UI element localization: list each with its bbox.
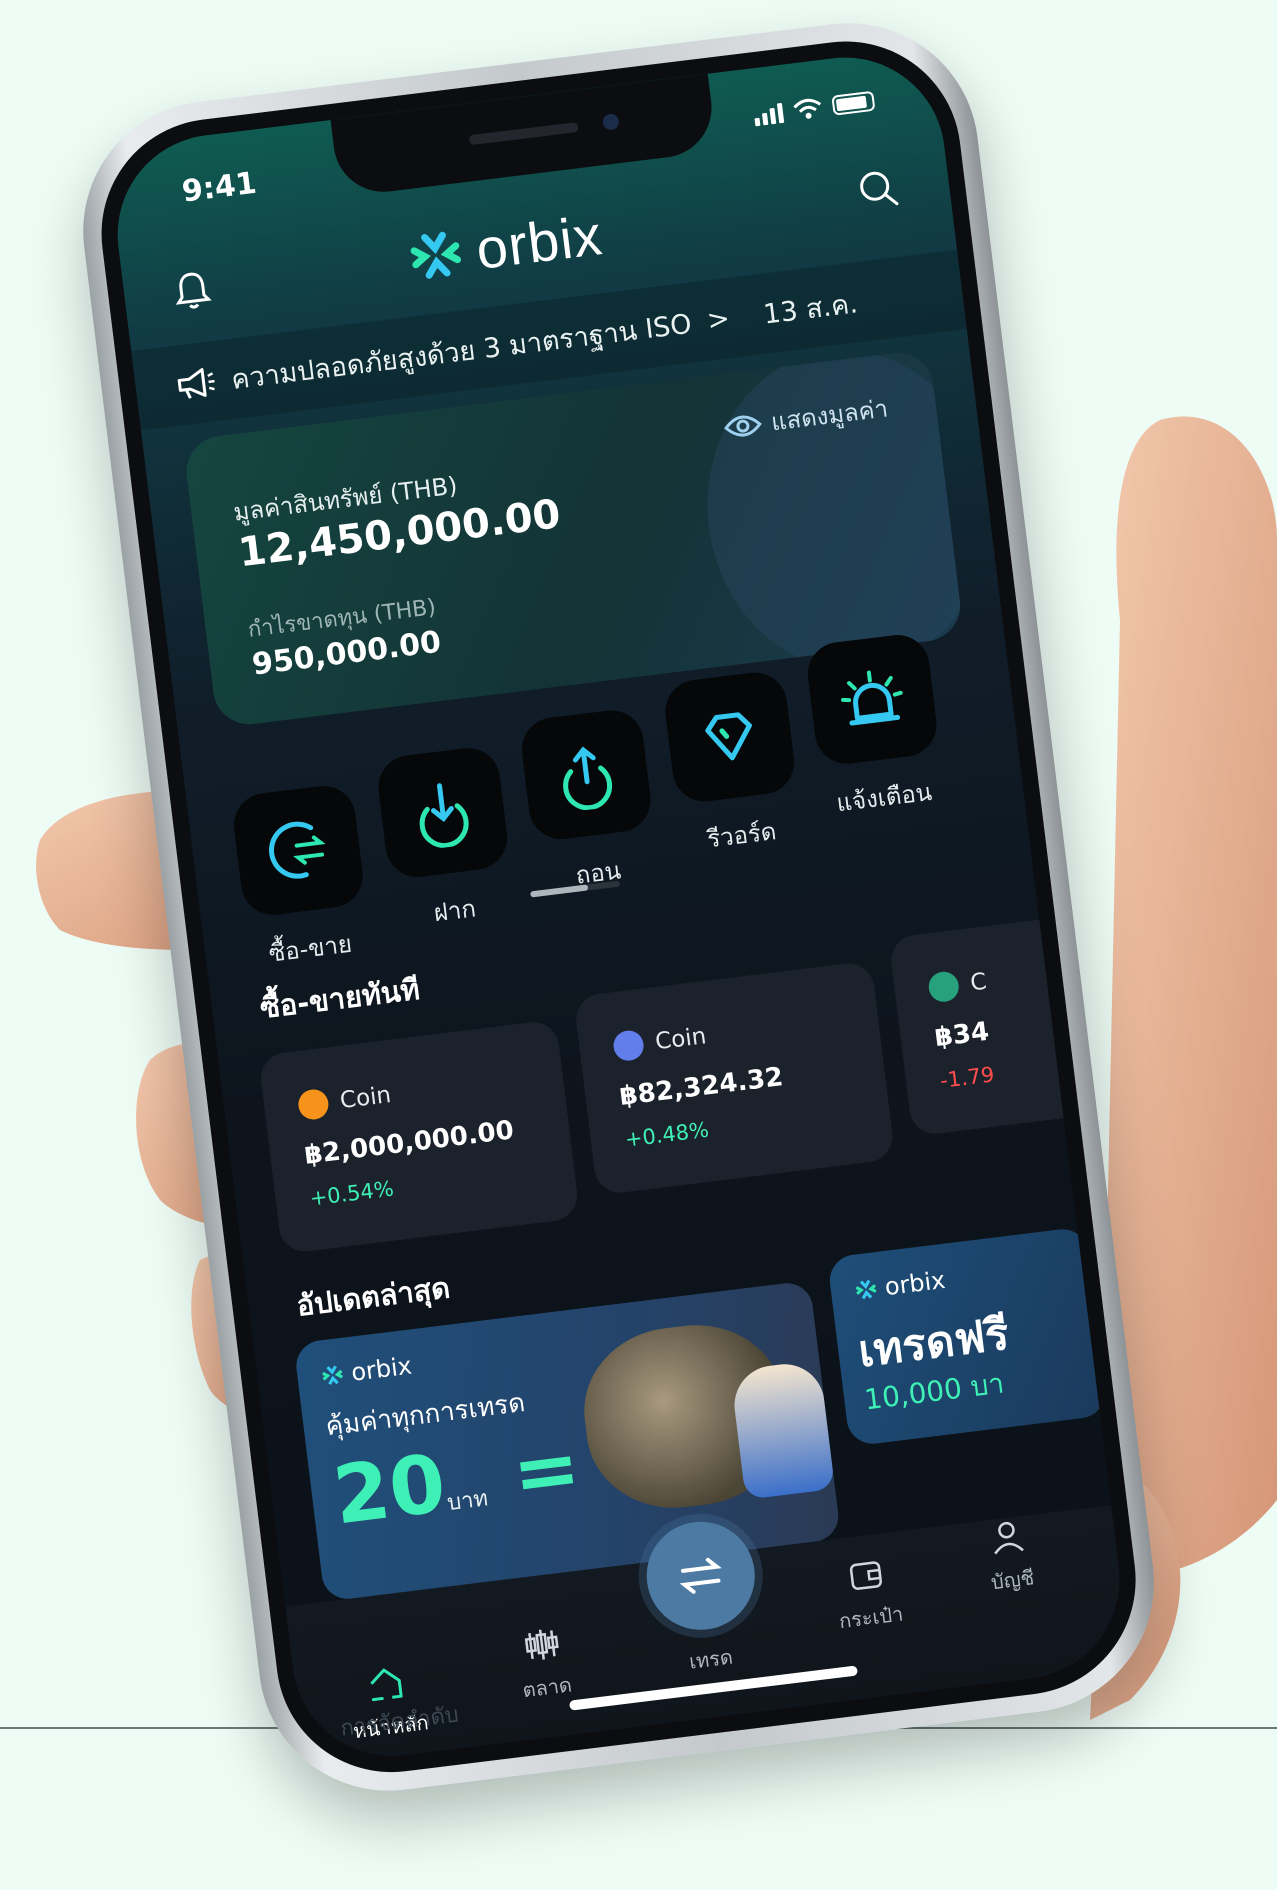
- action-label: แจ้งเตือน: [834, 777, 934, 818]
- phone: 9:41 orbix ความปลอดภัยสูงด้วย 3 มาตราฐาน: [23, 0, 1277, 1890]
- alarm-icon: [841, 670, 903, 726]
- mascot-image: [729, 1359, 836, 1500]
- nav-label: ตลาด: [521, 1672, 574, 1703]
- app-name: orbix: [472, 203, 606, 282]
- coin-card[interactable]: Coin ฿2,000,000.00 +0.54%: [258, 1019, 581, 1255]
- coin-icon: [296, 1087, 331, 1122]
- action-withdraw[interactable]: ถอน: [514, 706, 665, 900]
- buy-sell-tile: [230, 782, 367, 919]
- candlestick-icon: [524, 1629, 559, 1660]
- chevron-right-icon: >: [705, 302, 732, 337]
- action-reward[interactable]: รีวอร์ด: [658, 669, 809, 863]
- nav-wallet[interactable]: กระเป๋า: [804, 1548, 933, 1640]
- front-camera: [601, 112, 620, 131]
- coin-change: +0.54%: [308, 1176, 395, 1211]
- notification-bell-icon[interactable]: [172, 268, 213, 312]
- promo-logo: orbix: [851, 1265, 947, 1305]
- status-time: 9:41: [180, 165, 259, 210]
- home-icon: [370, 1668, 403, 1702]
- coin-name: C: [968, 968, 989, 997]
- coin-name: Coin: [653, 1023, 708, 1056]
- search-icon[interactable]: [855, 165, 902, 212]
- promo-logo-text: orbix: [883, 1265, 947, 1302]
- nav-account[interactable]: บัญชี: [945, 1511, 1074, 1603]
- action-label: ซื้อ-ขาย: [267, 929, 354, 968]
- coin-card[interactable]: Coin ฿82,324.32 +0.48%: [573, 960, 896, 1196]
- wallet-icon: [849, 1561, 882, 1590]
- promo-logo-text: orbix: [349, 1351, 414, 1387]
- buy-sell-icon: [269, 821, 326, 879]
- nav-label: บัญชี: [989, 1565, 1036, 1595]
- alert-tile: [804, 631, 941, 768]
- megaphone-icon: [177, 368, 215, 399]
- orbix-logo-icon: [410, 231, 461, 279]
- reward-tile: [661, 669, 798, 805]
- status-icons: [753, 90, 876, 127]
- quick-trade-title: ซื้อ-ขายทันที: [258, 971, 422, 1026]
- trade-label: เทรด: [687, 1644, 735, 1674]
- banner-date: 13 ส.ค.: [761, 287, 860, 331]
- app-logo: orbix: [403, 202, 606, 290]
- action-label: ฝาก: [432, 894, 478, 928]
- user-icon: [994, 1521, 1024, 1555]
- coin-price: ฿34: [933, 1016, 991, 1054]
- nav-market[interactable]: ตลาด: [480, 1618, 609, 1710]
- speaker: [468, 121, 579, 146]
- coin-name-row: Coin: [611, 1021, 708, 1063]
- coin-price: ฿82,324.32: [617, 1062, 785, 1112]
- coin-name-row: Coin: [296, 1080, 393, 1122]
- coin-price: ฿2,000,000.00: [302, 1115, 516, 1171]
- signal-icon: [753, 101, 785, 127]
- promo-banner[interactable]: orbix เทรดฟรี 10,000 บา: [826, 1226, 1109, 1447]
- reward-diamond-icon: [705, 712, 752, 761]
- nav-label: กระเป๋า: [837, 1601, 905, 1634]
- promo-logo: orbix: [318, 1352, 413, 1391]
- coin-icon: [927, 970, 961, 1004]
- coin-change: -1.79: [938, 1062, 996, 1093]
- coin-name-row: C: [927, 967, 988, 1004]
- promo-unit: บาท: [445, 1486, 490, 1517]
- coin-icon: [611, 1028, 646, 1063]
- swap-arrows-icon: [679, 1557, 722, 1594]
- promo-amount: 20: [328, 1436, 451, 1543]
- eye-icon: [723, 415, 762, 437]
- action-label: รีวอร์ด: [705, 817, 778, 854]
- deposit-icon: [419, 783, 469, 849]
- withdraw-icon: [563, 746, 613, 811]
- wifi-icon: [793, 98, 822, 119]
- coin-change: +0.48%: [623, 1117, 711, 1152]
- coin-name: Coin: [338, 1082, 393, 1115]
- orbix-logo-icon: [855, 1279, 877, 1300]
- deposit-tile: [374, 744, 511, 881]
- updates-title: อัปเดตล่าสุด: [294, 1270, 452, 1323]
- battery-icon: [831, 90, 876, 116]
- action-alert[interactable]: แจ้งเตือน: [800, 631, 951, 825]
- orbix-logo-icon: [322, 1365, 343, 1385]
- action-deposit[interactable]: ฝาก: [371, 744, 522, 938]
- action-buy-sell[interactable]: ซื้อ-ขาย: [226, 782, 377, 976]
- withdraw-tile: [518, 706, 655, 843]
